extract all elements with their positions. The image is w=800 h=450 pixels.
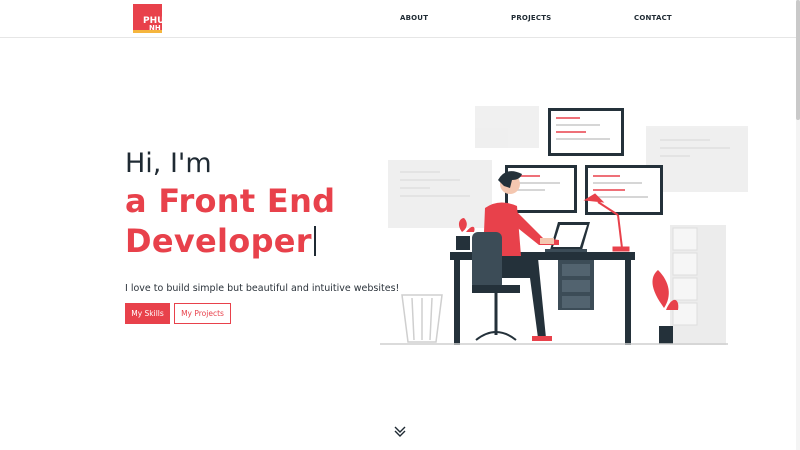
hero-role-line1: a Front End [125, 182, 336, 220]
logo[interactable]: PHU NH [133, 4, 164, 33]
hero-tagline: I love to build simple but beautiful and… [125, 283, 400, 294]
my-skills-button[interactable]: My Skills [125, 303, 170, 324]
monitor-top [548, 108, 624, 156]
nav-projects-link[interactable]: PROJECTS [511, 14, 551, 22]
scrollbar-thumb[interactable] [796, 0, 800, 120]
nav-about-link[interactable]: ABOUT [400, 14, 428, 22]
my-projects-button[interactable]: My Projects [174, 303, 231, 324]
typing-caret [313, 226, 316, 256]
laptop [545, 222, 590, 252]
waste-basket [401, 294, 443, 343]
double-chevron-down-icon[interactable] [393, 425, 407, 439]
logo-stripe [133, 30, 162, 33]
filing-cabinet [670, 225, 726, 345]
hero-role-line2: Developer [125, 222, 316, 260]
hero-role-line2-text: Developer [125, 222, 312, 260]
hero-greeting: Hi, I'm [125, 148, 212, 179]
monitor-right [585, 165, 663, 215]
page-scrollbar[interactable] [796, 0, 800, 450]
nav-contact-link[interactable]: CONTACT [634, 14, 672, 22]
site-header: PHU NH ABOUT PROJECTS CONTACT [0, 0, 800, 38]
developer-at-desk-illustration [380, 106, 748, 345]
